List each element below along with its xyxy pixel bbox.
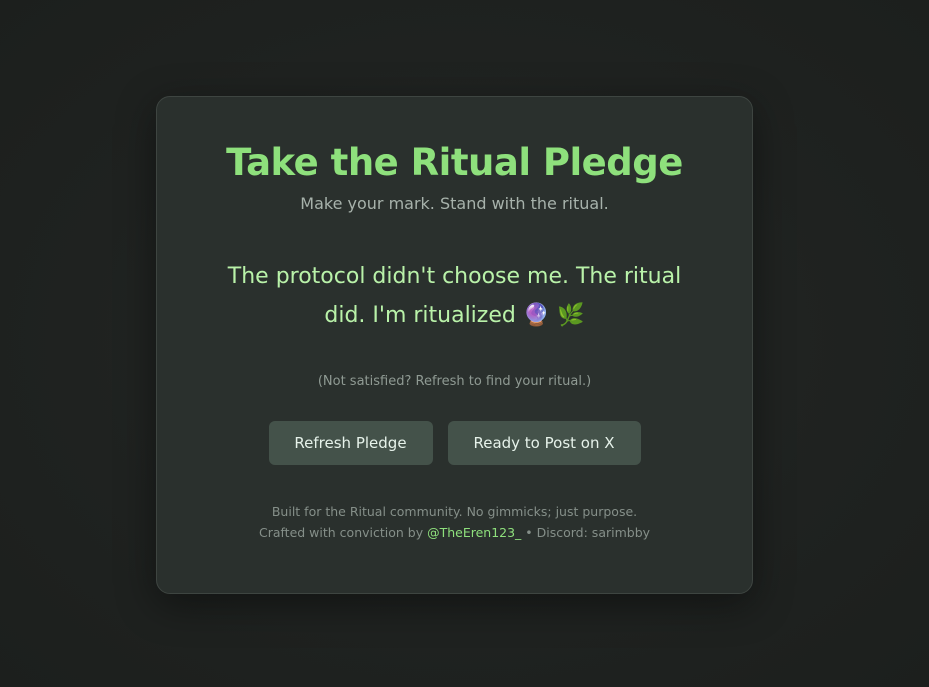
post-on-x-button[interactable]: Ready to Post on X bbox=[447, 421, 641, 465]
button-row: Refresh Pledge Ready to Post on X bbox=[157, 421, 752, 465]
footer-credits: Crafted with conviction by @TheEren123_ … bbox=[157, 522, 752, 543]
footer-tagline: Built for the Ritual community. No gimmi… bbox=[271, 504, 638, 519]
page-title: Take the Ritual Pledge bbox=[226, 141, 683, 184]
page-background: Take the Ritual Pledge Make your mark. S… bbox=[0, 0, 929, 687]
refresh-pledge-button[interactable]: Refresh Pledge bbox=[268, 421, 433, 465]
subtitle: Make your mark. Stand with the ritual. bbox=[300, 194, 609, 213]
footer-crafted-prefix: Crafted with conviction by bbox=[258, 525, 428, 540]
refresh-hint: (Not satisfied? Refresh to find your rit… bbox=[317, 374, 592, 389]
pledge-text: The protocol didn't choose me. The ritua… bbox=[227, 264, 682, 328]
author-handle-link[interactable]: @TheEren123_ bbox=[427, 525, 521, 540]
footer: Built for the Ritual community. No gimmi… bbox=[157, 501, 752, 543]
footer-discord: • Discord: sarimbby bbox=[521, 525, 651, 540]
pledge-card: Take the Ritual Pledge Make your mark. S… bbox=[156, 96, 753, 594]
